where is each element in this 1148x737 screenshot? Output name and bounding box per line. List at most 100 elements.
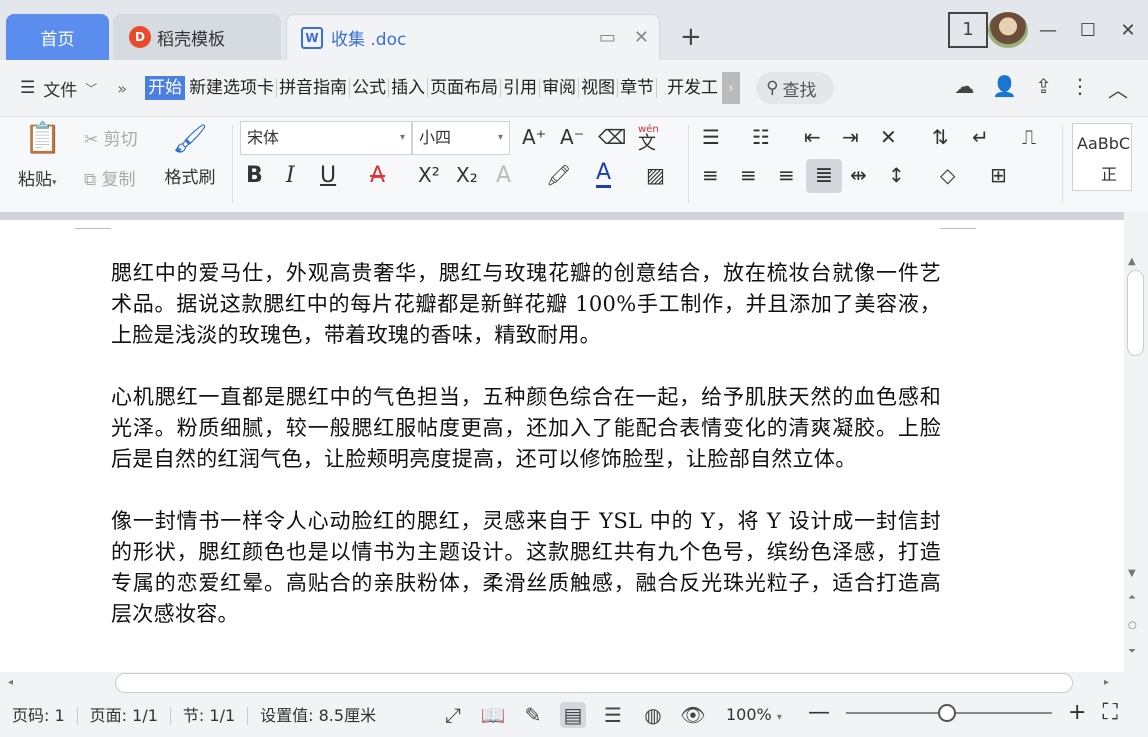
- paragraph[interactable]: 心机腮红一直都是腮红中的气色担当，五种颜色综合在一起，给予肌肤天然的血色感和光泽…: [111, 382, 941, 475]
- page-indicator-button[interactable]: 1: [948, 12, 988, 48]
- format-painter-button[interactable]: 🖌 格式刷: [162, 121, 218, 188]
- pinyin-icon[interactable]: wén 文: [638, 123, 659, 153]
- underline-icon[interactable]: U: [320, 163, 336, 188]
- more-menus-icon[interactable]: »: [117, 79, 127, 98]
- tab-developer[interactable]: 开发工: [665, 78, 720, 98]
- clear-format-icon[interactable]: ⌫: [598, 125, 626, 149]
- detach-window-icon[interactable]: ▭: [599, 27, 616, 48]
- text-direction-icon[interactable]: ✕: [880, 125, 897, 149]
- paste-button[interactable]: 📋: [18, 121, 68, 157]
- zoom-out-icon[interactable]: —: [808, 700, 830, 725]
- prev-page-icon[interactable]: ⏶: [1128, 592, 1136, 603]
- horizontal-scroll-thumb[interactable]: [115, 673, 1073, 693]
- avatar-button[interactable]: [988, 12, 1028, 48]
- add-collaborator-icon[interactable]: 👤: [992, 74, 1017, 103]
- fullscreen-icon[interactable]: ⤢: [440, 702, 466, 728]
- zoom-slider[interactable]: [846, 703, 1052, 722]
- web-view-icon[interactable]: ◍: [640, 702, 666, 728]
- decrease-indent-icon[interactable]: ⇤: [804, 125, 821, 149]
- status-setting[interactable]: 设置值: 8.5厘米: [248, 706, 388, 725]
- tab-page-layout[interactable]: 页面布局: [428, 78, 502, 98]
- tab-document[interactable]: W 收集 .doc ▭ ✕: [286, 14, 660, 60]
- new-tab-button[interactable]: +: [680, 22, 702, 52]
- fit-page-icon[interactable]: ⛶: [1102, 700, 1117, 725]
- tab-start[interactable]: 开始: [145, 76, 186, 100]
- tab-new-tab[interactable]: 新建选项卡: [187, 78, 278, 98]
- text-effect-icon[interactable]: A: [496, 163, 511, 188]
- tab-formula[interactable]: 公式: [350, 78, 390, 98]
- strikethrough-icon[interactable]: A: [370, 163, 385, 188]
- cut-button[interactable]: ✂ 剪切: [84, 125, 138, 150]
- highlight-icon[interactable]: 🖍: [546, 163, 571, 187]
- scroll-left-icon[interactable]: ◂: [8, 677, 13, 688]
- edit-mode-icon[interactable]: ✎: [520, 702, 546, 728]
- outline-view-icon[interactable]: ☰: [600, 702, 626, 728]
- tab-home[interactable]: 首页: [6, 14, 109, 60]
- increase-font-icon[interactable]: A⁺: [522, 125, 546, 149]
- numbered-list-icon[interactable]: ☷: [752, 125, 770, 149]
- superscript-icon[interactable]: X²: [418, 163, 440, 187]
- search-button[interactable]: ⚲ 查找: [756, 72, 835, 104]
- chevron-down-icon: ▾: [399, 132, 405, 143]
- bold-icon[interactable]: B: [246, 163, 263, 188]
- copy-button[interactable]: ⧉ 复制: [84, 165, 136, 190]
- zoom-controls: — + ⛶: [808, 700, 1118, 725]
- align-left-icon[interactable]: ≡: [702, 163, 719, 187]
- increase-indent-icon[interactable]: ⇥: [842, 125, 859, 149]
- font-size-select[interactable]: 小四 ▾: [412, 121, 510, 155]
- select-browse-object-icon[interactable]: ○: [1128, 620, 1137, 631]
- ribbon-divider: [1062, 125, 1063, 203]
- distribute-icon[interactable]: ⇹: [850, 163, 867, 187]
- justify-icon[interactable]: ≣: [806, 159, 842, 193]
- tab-review[interactable]: 审阅: [540, 78, 580, 98]
- maximize-icon[interactable]: ☐: [1068, 12, 1108, 48]
- tab-references[interactable]: 引用: [501, 78, 541, 98]
- reading-mode-icon[interactable]: 📖: [480, 702, 506, 728]
- tab-view[interactable]: 视图: [579, 78, 619, 98]
- scroll-down-icon[interactable]: ▼: [1128, 568, 1136, 579]
- eye-protection-icon[interactable]: 👁: [680, 702, 706, 728]
- zoom-select[interactable]: 100% ▾: [726, 705, 782, 724]
- share-icon[interactable]: ⇪: [1035, 74, 1052, 103]
- zoom-in-icon[interactable]: +: [1068, 700, 1086, 725]
- next-page-icon[interactable]: ⏷: [1128, 646, 1136, 657]
- paragraph[interactable]: 腮红中的爱马仕，外观高贵奢华，腮红与玫瑰花瓣的创意结合，放在梳妆台就像一件艺术品…: [111, 258, 941, 351]
- subscript-icon[interactable]: X₂: [456, 163, 478, 187]
- tab-insert[interactable]: 插入: [389, 78, 429, 98]
- tab-daoke-templates[interactable]: D 稻壳模板: [113, 14, 281, 60]
- show-marks-icon[interactable]: ↵: [972, 125, 989, 149]
- collapse-ribbon-icon[interactable]: ︿: [1108, 74, 1128, 103]
- document-canvas[interactable]: 腮红中的爱马仕，外观高贵奢华，腮红与玫瑰花瓣的创意结合，放在梳妆台就像一件艺术品…: [0, 220, 1124, 672]
- tab-pinyin-guide[interactable]: 拼音指南: [277, 78, 351, 98]
- paragraph-shading-icon[interactable]: ◇: [940, 163, 955, 187]
- tab-chapter[interactable]: 章节: [618, 78, 658, 98]
- vertical-scroll-thumb[interactable]: [1127, 270, 1144, 356]
- sort-icon[interactable]: ⇅: [932, 125, 949, 149]
- zoom-slider-knob[interactable]: [938, 703, 956, 722]
- close-window-icon[interactable]: ✕: [1108, 12, 1148, 48]
- more-options-icon[interactable]: ⋮: [1070, 74, 1090, 103]
- minimize-icon[interactable]: —: [1028, 12, 1068, 48]
- font-family-select[interactable]: 宋体 ▾: [240, 121, 412, 155]
- bullet-list-icon[interactable]: ☰: [702, 125, 720, 149]
- line-spacing-icon[interactable]: ↕: [888, 163, 905, 187]
- align-right-icon[interactable]: ≡: [778, 163, 795, 187]
- borders-icon[interactable]: ⊞: [990, 163, 1007, 187]
- close-tab-icon[interactable]: ✕: [634, 27, 649, 48]
- tab-stops-icon[interactable]: ⎍: [1022, 125, 1036, 149]
- align-center-icon[interactable]: ≡: [740, 163, 757, 187]
- page-view-icon[interactable]: ▤: [560, 702, 586, 728]
- cloud-sync-icon[interactable]: ☁: [954, 74, 974, 103]
- scroll-up-icon[interactable]: ▲: [1128, 256, 1136, 267]
- file-menu-button[interactable]: ☰ 文件 ﹀: [20, 76, 97, 101]
- document-body[interactable]: 腮红中的爱马仕，外观高贵奢华，腮红与玫瑰花瓣的创意结合，放在梳妆台就像一件艺术品…: [111, 258, 941, 661]
- paragraph[interactable]: 像一封情书一样令人心动脸红的腮红，灵感来自于 YSL 中的 Y，将 Y 设计成一…: [111, 506, 941, 630]
- italic-icon[interactable]: I: [286, 163, 295, 188]
- scroll-right-icon[interactable]: ▸: [1104, 677, 1109, 688]
- paste-label[interactable]: 粘贴▾: [18, 165, 57, 190]
- decrease-font-icon[interactable]: A⁻: [560, 125, 584, 149]
- tab-scroll-right-icon[interactable]: ›: [722, 72, 741, 104]
- style-normal[interactable]: AaBbC 正文: [1072, 123, 1132, 191]
- font-color-icon[interactable]: A: [596, 161, 612, 188]
- char-shading-icon[interactable]: ▨: [646, 163, 665, 187]
